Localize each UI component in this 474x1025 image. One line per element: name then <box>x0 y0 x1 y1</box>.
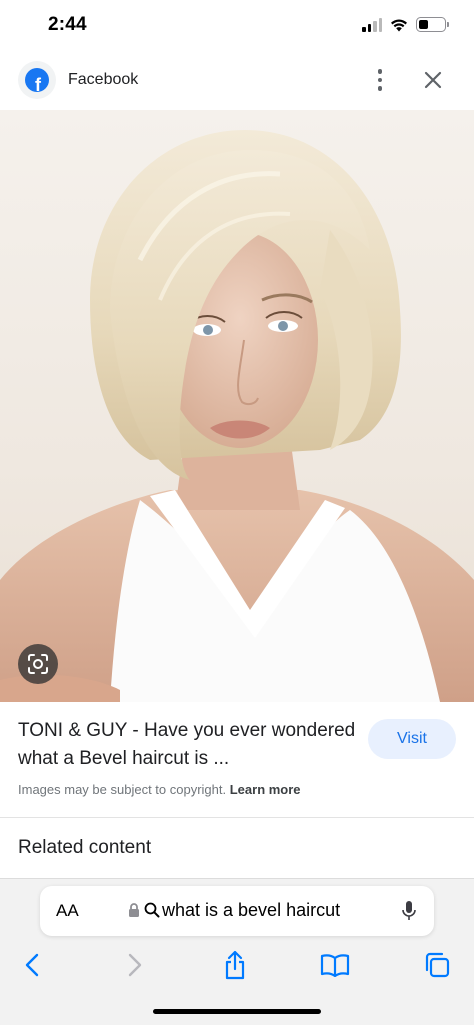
visit-button[interactable]: Visit <box>368 719 456 759</box>
lens-icon <box>28 654 48 674</box>
back-icon <box>25 953 39 977</box>
address-text[interactable]: what is a bevel haircut <box>162 900 340 921</box>
copyright-notice: Images may be subject to copyright. Lear… <box>18 782 301 797</box>
bookmarks-button[interactable] <box>318 948 352 982</box>
lock-icon <box>129 903 139 917</box>
divider <box>0 817 474 818</box>
bookmarks-icon <box>320 954 350 977</box>
battery-icon <box>416 17 449 32</box>
text-size-button[interactable]: AA <box>56 901 79 921</box>
search-icon <box>144 902 160 918</box>
status-bar: 2:44 <box>0 0 474 54</box>
source-header: f Facebook <box>0 58 474 104</box>
mic-icon[interactable] <box>401 900 417 922</box>
more-vert-icon <box>377 69 383 74</box>
source-name[interactable]: Facebook <box>68 71 138 89</box>
forward-button[interactable] <box>118 948 152 982</box>
back-button[interactable] <box>15 948 49 982</box>
text-size-label: AA <box>56 901 79 920</box>
learn-more-link[interactable]: Learn more <box>230 782 301 797</box>
related-content-heading: Related content <box>18 837 152 858</box>
facebook-icon: f <box>18 61 56 99</box>
tabs-button[interactable] <box>420 948 454 982</box>
more-options-button[interactable] <box>366 64 394 96</box>
address-bar[interactable]: AA what is a bevel haircut <box>40 886 434 936</box>
google-lens-button[interactable] <box>18 644 58 684</box>
tabs-icon <box>425 952 450 978</box>
close-icon <box>424 71 442 89</box>
signal-icon <box>362 17 382 32</box>
status-icons <box>362 17 449 32</box>
close-button[interactable] <box>419 66 447 94</box>
forward-icon <box>128 953 142 977</box>
status-time: 2:44 <box>48 14 87 35</box>
share-button[interactable] <box>218 948 252 982</box>
share-icon <box>225 950 245 980</box>
result-image[interactable] <box>0 110 474 702</box>
portrait-illustration <box>0 130 474 702</box>
wifi-icon <box>391 19 407 31</box>
home-indicator <box>153 1009 321 1014</box>
browser-toolbar <box>0 944 474 984</box>
result-title[interactable]: TONI & GUY - Have you ever wondered what… <box>18 717 358 773</box>
copyright-text: Images may be subject to copyright. <box>18 782 227 797</box>
